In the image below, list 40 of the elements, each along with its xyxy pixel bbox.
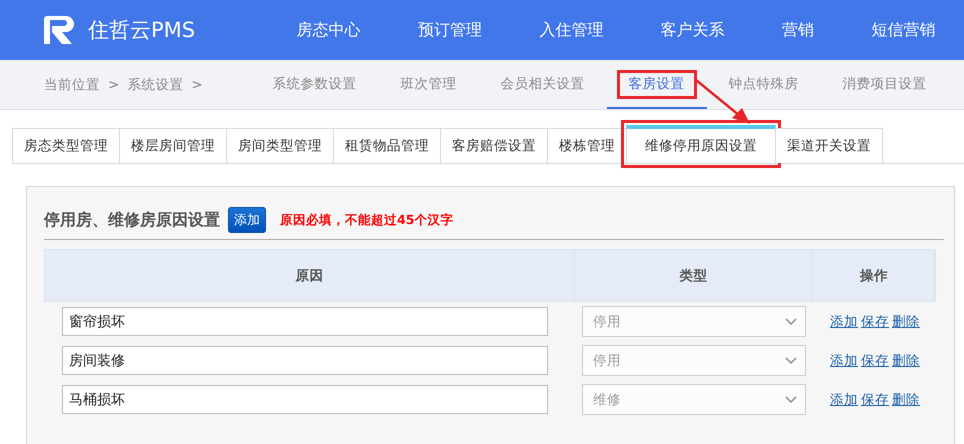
nav-link[interactable]: 预订管理 <box>418 20 482 40</box>
action-link[interactable]: 保存 <box>861 390 889 408</box>
action-link[interactable]: 删除 <box>892 352 920 370</box>
chevron-down-icon <box>785 318 797 326</box>
reason-field[interactable]: 窗帘损坏 <box>62 307 548 336</box>
subnav-tab[interactable]: 客房设置 <box>606 60 707 109</box>
action-link[interactable]: 保存 <box>861 312 889 330</box>
subnav-tab[interactable]: 钟点特殊房 <box>706 60 821 109</box>
action-link[interactable]: 添加 <box>830 390 858 408</box>
subnav-tab[interactable]: 班次管理 <box>378 60 479 109</box>
nav-link[interactable]: 短信营销 <box>871 20 936 40</box>
tab[interactable]: 渠道开关设置 <box>775 128 883 163</box>
nav-link[interactable]: 房态中心 <box>296 20 361 40</box>
subnav-tab[interactable]: 会员相关设置 <box>478 60 607 109</box>
column-header: 原因 <box>45 250 575 301</box>
chevron-down-icon <box>785 396 797 404</box>
action-link[interactable]: 删除 <box>892 312 920 330</box>
column-header: 类型 <box>575 250 813 301</box>
chevron-down-icon <box>785 356 797 364</box>
breadcrumb-separator: > <box>191 76 203 92</box>
hint-text: 原因必填，不能超过45个汉字 <box>280 212 454 228</box>
breadcrumb-item: 当前位置 <box>44 76 100 94</box>
brand-name: 住哲云PMS <box>88 17 196 44</box>
nav-link[interactable]: 入住管理 <box>539 20 604 40</box>
breadcrumb-item: 系统设置 <box>127 76 184 94</box>
add-button[interactable]: 添加 <box>228 207 266 233</box>
subnav-tab[interactable]: 消费项目设置 <box>820 60 949 109</box>
nav-link[interactable]: 客户关系 <box>660 20 725 40</box>
reason-field[interactable]: 房间装修 <box>62 346 548 375</box>
action-link[interactable]: 添加 <box>830 312 858 330</box>
nav-link[interactable]: 营销 <box>782 20 814 40</box>
action-link[interactable]: 添加 <box>830 352 858 370</box>
breadcrumb-separator: > <box>108 76 120 92</box>
subnav-tab[interactable]: 系统参数设置 <box>250 60 379 109</box>
column-header: 操作 <box>813 250 936 301</box>
section-title: 停用房、维修房原因设置 <box>44 210 220 230</box>
action-link[interactable]: 保存 <box>861 352 889 370</box>
tab[interactable]: 房态类型管理 <box>12 128 120 163</box>
action-link[interactable]: 删除 <box>892 390 920 408</box>
reason-field[interactable]: 马桶损坏 <box>62 385 548 414</box>
